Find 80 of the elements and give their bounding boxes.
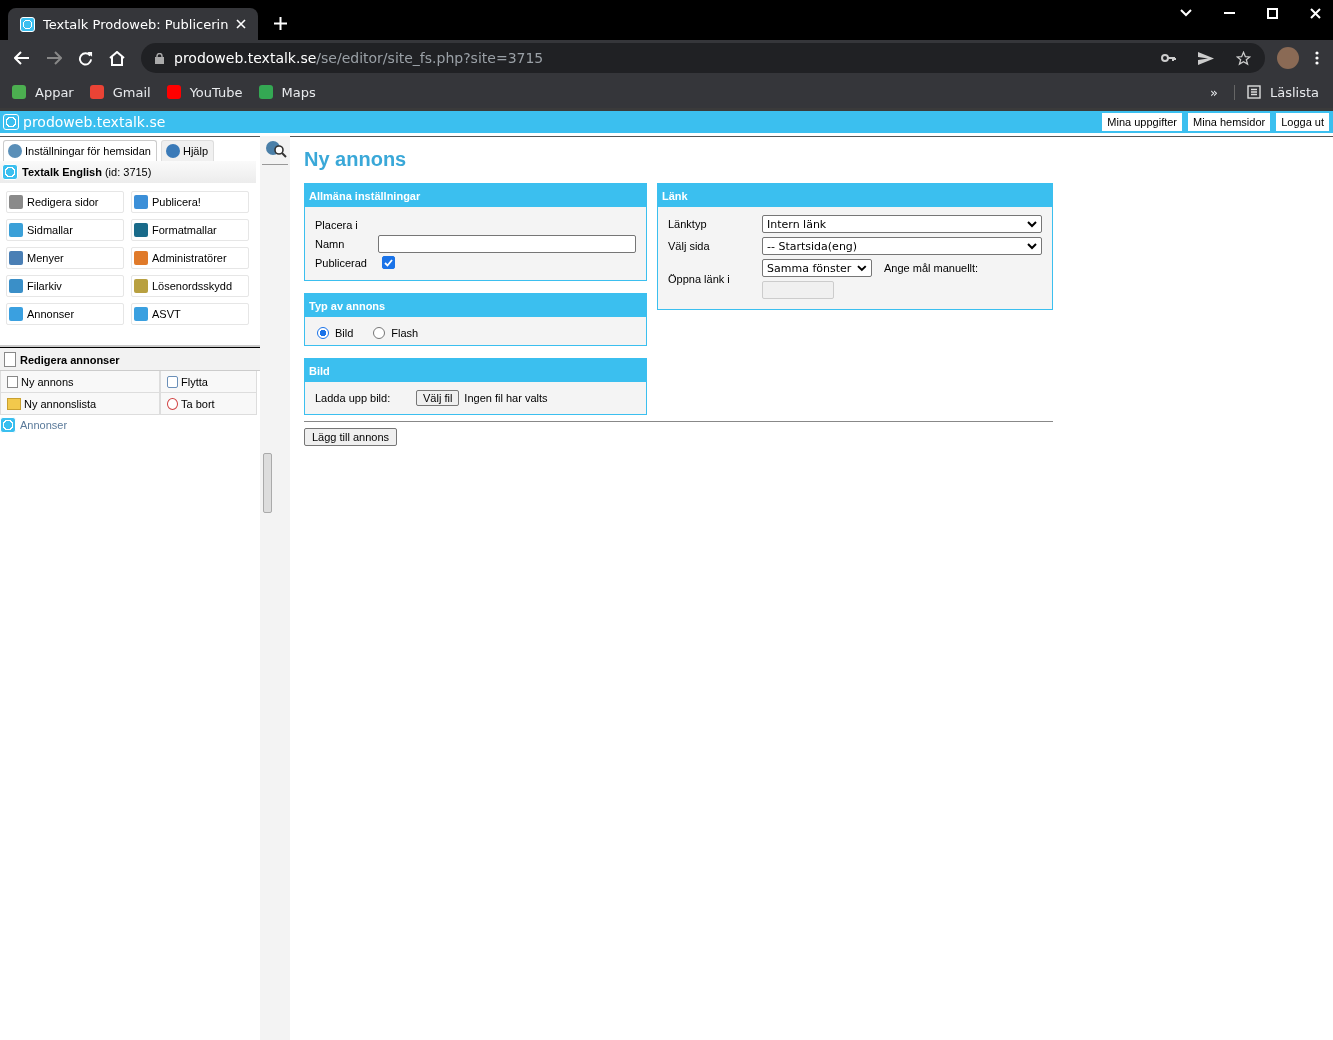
section-heading: Redigera annonser <box>0 345 260 370</box>
close-icon[interactable] <box>1310 7 1321 19</box>
reload-icon[interactable] <box>78 50 93 66</box>
more-icon[interactable] <box>1315 51 1319 65</box>
add-ad-button[interactable]: Lägg till annons <box>304 428 398 446</box>
reading-list-button[interactable]: Läslista <box>1233 84 1319 100</box>
radio-button[interactable] <box>317 327 329 339</box>
file-status: Ingen fil har valts <box>464 392 548 404</box>
maximize-icon[interactable] <box>1267 7 1278 19</box>
action-button[interactable]: Flytta <box>160 371 257 393</box>
star-icon[interactable] <box>1236 50 1251 66</box>
close-icon[interactable] <box>236 19 247 29</box>
caret-icon <box>1027 242 1037 250</box>
tool-button[interactable]: Filarkiv <box>6 275 124 297</box>
key-icon[interactable] <box>1161 54 1176 62</box>
tool-button[interactable]: Redigera sidor <box>6 191 124 213</box>
header-button[interactable]: Mina uppgifter <box>1102 113 1183 131</box>
radio-button[interactable] <box>373 327 386 339</box>
header-button[interactable]: Logga ut <box>1276 113 1329 131</box>
bookmark[interactable]: Appar <box>12 84 74 100</box>
home-icon[interactable] <box>109 50 125 66</box>
sidebar-tab[interactable]: Hjälp <box>160 140 215 161</box>
header-button[interactable]: Mina hemsidor <box>1188 113 1271 131</box>
panel-header: Allmäna inställningar <box>305 184 646 207</box>
tool-button[interactable]: Lösenordsskydd <box>131 275 249 297</box>
address-bar[interactable]: prodoweb.textalk.se/se/editor/site_fs.php?site=3715 <box>141 43 1265 73</box>
site-heading: Textalk English (id: 3715) <box>0 161 256 183</box>
field-label: Namn <box>315 237 346 250</box>
tool-button[interactable]: Sidmallar <box>6 219 124 241</box>
sidebar-tab[interactable]: Inställningar för hemsidan <box>3 140 157 161</box>
globe-icon <box>20 16 35 32</box>
tool-button[interactable]: Menyer <box>6 247 124 269</box>
bookmarks-overflow[interactable]: » <box>1210 84 1218 100</box>
page-select[interactable]: -- Startsida(eng) <box>762 237 1042 255</box>
forward-icon[interactable] <box>46 51 62 65</box>
link-type-select[interactable]: Intern länk <box>762 215 1042 233</box>
search-icon[interactable] <box>265 140 287 158</box>
bookmark[interactable]: Maps <box>258 84 316 100</box>
site-title: prodoweb.textalk.se <box>23 114 166 130</box>
panel-header: Länk <box>658 184 1052 207</box>
tree-item[interactable]: Annonser <box>0 415 260 435</box>
field-label: Öppna länk i <box>668 273 731 285</box>
bookmark[interactable]: Gmail <box>89 84 151 100</box>
open-in-select[interactable]: Samma fönster <box>762 259 872 277</box>
page-title: Ny annons <box>304 148 408 171</box>
tool-button[interactable]: ASVT <box>131 303 249 325</box>
radio-label: Bild <box>335 327 354 339</box>
url-text: prodoweb.textalk.se/se/editor/site_fs.php?site=3715 <box>174 50 544 66</box>
tool-button[interactable]: Formatmallar <box>131 219 249 241</box>
tool-button[interactable]: Administratörer <box>131 247 249 269</box>
radio-label: Flash <box>391 327 419 339</box>
tool-button[interactable]: Annonser <box>6 303 124 325</box>
field-label: Länktyp <box>668 218 708 230</box>
caret-icon <box>857 264 867 272</box>
field-label: Publicerad <box>315 256 368 269</box>
action-button[interactable]: Ta bort <box>160 393 257 415</box>
lock-icon <box>155 52 164 64</box>
published-checkbox[interactable] <box>382 256 395 269</box>
field-label: Välj sida <box>668 240 711 252</box>
choose-file-button[interactable]: Välj fil <box>416 390 460 406</box>
bookmark[interactable]: YouTube <box>166 84 243 100</box>
panel-header: Typ av annons <box>305 294 646 317</box>
action-button[interactable]: Ny annons <box>0 371 160 393</box>
chevron-down-icon[interactable] <box>1180 9 1192 17</box>
tool-button[interactable]: Publicera! <box>131 191 249 213</box>
splitter-handle[interactable] <box>262 453 272 513</box>
caret-icon <box>1027 220 1037 228</box>
globe-icon <box>3 114 19 130</box>
avatar-icon[interactable] <box>1277 47 1299 69</box>
action-button[interactable]: Ny annonslista <box>0 393 160 415</box>
new-tab-icon[interactable] <box>274 17 288 30</box>
send-icon[interactable] <box>1198 51 1214 65</box>
list-icon <box>1246 85 1261 99</box>
name-input[interactable] <box>378 234 636 253</box>
panel-header: Bild <box>305 359 646 382</box>
field-label: Ladda upp bild: <box>315 392 392 404</box>
field-label: Ange mål manuellt: <box>884 262 979 274</box>
back-icon[interactable] <box>14 51 30 65</box>
field-label: Placera i <box>315 218 359 231</box>
browser-tab[interactable]: Textalk Prodoweb: Publicerin <box>8 8 259 40</box>
